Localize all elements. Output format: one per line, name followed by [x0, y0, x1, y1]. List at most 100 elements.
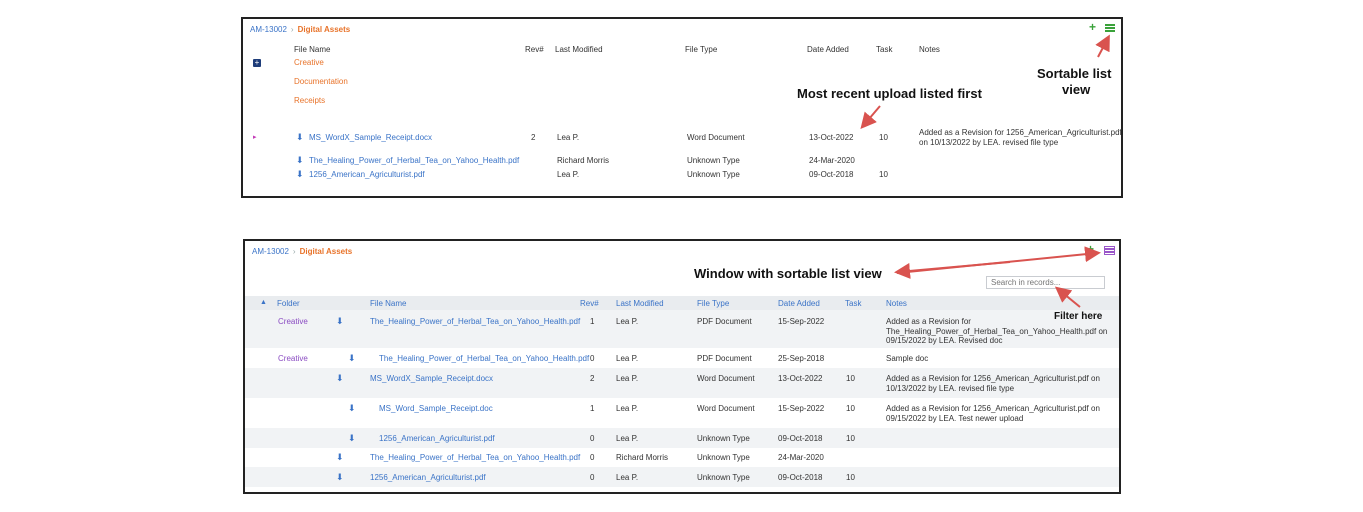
date-added: 13-Oct-2022 — [778, 374, 823, 383]
plus-icon[interactable]: + — [1087, 243, 1094, 255]
header-rev[interactable]: Rev# — [525, 45, 544, 54]
list-view-icon[interactable] — [1104, 246, 1115, 258]
download-icon[interactable]: ⬇ — [336, 453, 344, 462]
modified-by: Lea P. — [616, 404, 639, 413]
date-added: 15-Sep-2022 — [778, 404, 825, 413]
header-notes[interactable]: Notes — [919, 45, 940, 54]
date-added: 15-Sep-2022 — [778, 317, 825, 326]
download-icon[interactable]: ⬇ — [348, 404, 356, 413]
modified-by: Lea P. — [557, 133, 580, 142]
table-row[interactable] — [245, 428, 1119, 448]
task-value: 10 — [846, 473, 855, 482]
rev-value: 1 — [590, 404, 595, 413]
file-link[interactable]: 1256_American_Agriculturist.pdf — [370, 473, 486, 482]
breadcrumb: AM-13002 › Digital Assets — [252, 247, 352, 256]
rev-value: 0 — [590, 434, 595, 443]
file-type: PDF Document — [697, 354, 752, 363]
notes-line: 10/13/2022 by LEA. revised file type — [886, 384, 1015, 393]
breadcrumb-project[interactable]: AM-13002 — [250, 25, 287, 34]
annotation-sortable-list: Sortable list — [1037, 66, 1112, 81]
row-caret-icon[interactable]: ▸ — [253, 133, 257, 141]
rev-value: 1 — [590, 317, 595, 326]
notes-line: Sample doc — [886, 354, 929, 363]
header-date-added[interactable]: Date Added — [807, 45, 849, 54]
annotation-window-sortable: Window with sortable list view — [694, 266, 882, 281]
annotation-filter-here: Filter here — [1054, 311, 1103, 322]
header-notes[interactable]: Notes — [886, 299, 907, 308]
download-icon[interactable]: ⬇ — [348, 434, 356, 443]
folder-receipts[interactable]: Receipts — [294, 96, 325, 105]
file-type: Unknown Type — [687, 156, 740, 165]
header-file-type[interactable]: File Type — [697, 299, 729, 308]
file-type: Unknown Type — [697, 434, 750, 443]
search-input[interactable] — [986, 276, 1105, 289]
download-icon[interactable]: ⬇ — [296, 156, 304, 165]
breadcrumb-separator: › — [290, 25, 294, 34]
notes-line: on 10/13/2022 by LEA. revised file type — [919, 138, 1059, 147]
notes-line: Added as a Revision for — [886, 317, 971, 326]
header-folder[interactable]: Folder — [277, 299, 300, 308]
task-value: 10 — [846, 434, 855, 443]
table-row[interactable] — [245, 398, 1119, 428]
modified-by: Lea P. — [616, 434, 639, 443]
task-value: 10 — [879, 133, 888, 142]
rev-value: 2 — [590, 374, 595, 383]
rev-value: 0 — [590, 473, 595, 482]
notes-line: Added as a Revision for 1256_American_Ag… — [886, 404, 1100, 413]
file-link[interactable]: 1256_American_Agriculturist.pdf — [379, 434, 495, 443]
download-icon[interactable]: ⬇ — [336, 473, 344, 482]
header-date-added[interactable]: Date Added — [778, 299, 820, 308]
file-link[interactable]: The_Healing_Power_of_Herbal_Tea_on_Yahoo… — [370, 453, 580, 462]
header-task[interactable]: Task — [876, 45, 892, 54]
date-added: 09-Oct-2018 — [809, 170, 854, 179]
header-file-name[interactable]: File Name — [294, 45, 330, 54]
folder-cell[interactable]: Creative — [278, 354, 308, 363]
header-rev[interactable]: Rev# — [580, 299, 599, 308]
digital-assets-panel-list-view: AM-13002›Digital Assets + ▲ Folder File … — [243, 239, 1121, 494]
header-last-modified[interactable]: Last Modified — [616, 299, 664, 308]
file-link[interactable]: The_Healing_Power_of_Herbal_Tea_on_Yahoo… — [379, 354, 589, 363]
modified-by: Lea P. — [616, 374, 639, 383]
folder-cell[interactable]: Creative — [278, 317, 308, 326]
file-link[interactable]: MS_WordX_Sample_Receipt.docx — [309, 133, 432, 142]
download-icon[interactable]: ⬇ — [296, 170, 304, 179]
download-icon[interactable]: ⬇ — [336, 374, 344, 383]
expand-icon[interactable]: + — [253, 59, 261, 67]
notes-line: Added as a Revision for 1256_American_Ag… — [919, 128, 1122, 137]
modified-by: Richard Morris — [557, 156, 610, 165]
modified-by: Lea P. — [557, 170, 580, 179]
rev-value: 0 — [590, 453, 595, 462]
file-link[interactable]: The_Healing_Power_of_Herbal_Tea_on_Yahoo… — [370, 317, 580, 326]
file-type: Word Document — [697, 404, 755, 413]
file-link[interactable]: 1256_American_Agriculturist.pdf — [309, 170, 425, 179]
table-row[interactable] — [245, 348, 1119, 368]
date-added: 09-Oct-2018 — [778, 473, 823, 482]
download-icon[interactable]: ⬇ — [336, 317, 344, 326]
date-added: 13-Oct-2022 — [809, 133, 854, 142]
table-row[interactable] — [245, 368, 1119, 398]
download-icon[interactable]: ⬇ — [296, 133, 304, 142]
breadcrumb-project[interactable]: AM-13002 — [252, 247, 289, 256]
file-type: Unknown Type — [697, 473, 750, 482]
modified-by: Lea P. — [616, 317, 639, 326]
file-link[interactable]: MS_WordX_Sample_Receipt.docx — [370, 374, 493, 383]
modified-by: Richard Morris — [616, 453, 669, 462]
task-value: 10 — [879, 170, 888, 179]
digital-assets-panel-default: AM-13002 › Digital Assets + File Name Rev#… — [241, 17, 1123, 198]
folder-creative[interactable]: Creative — [294, 58, 324, 67]
file-link[interactable]: The_Healing_Power_of_Herbal_Tea_on_Yahoo… — [309, 156, 519, 165]
folder-documentation[interactable]: Documentation — [294, 77, 348, 86]
breadcrumb-separator: › — [292, 247, 296, 256]
sort-caret-icon[interactable]: ▲ — [260, 299, 267, 306]
header-file-name[interactable]: File Name — [370, 299, 406, 308]
modified-by: Lea P. — [616, 473, 639, 482]
header-file-type[interactable]: File Type — [685, 45, 717, 54]
file-link[interactable]: MS_Word_Sample_Receipt.doc — [379, 404, 493, 413]
task-value: 10 — [846, 374, 855, 383]
header-task[interactable]: Task — [845, 299, 861, 308]
list-view-icon[interactable] — [1105, 24, 1115, 36]
breadcrumb-current: Digital Assets — [297, 25, 351, 34]
plus-icon[interactable]: + — [1089, 21, 1096, 33]
download-icon[interactable]: ⬇ — [348, 354, 356, 363]
header-last-modified[interactable]: Last Modified — [555, 45, 603, 54]
